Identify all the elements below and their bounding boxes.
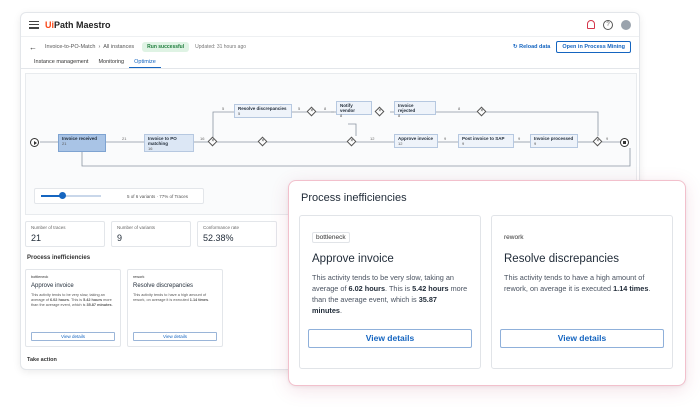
back-arrow-icon[interactable]: ← xyxy=(29,43,37,52)
node-notify-vendor[interactable]: Notify vendor 8 xyxy=(336,101,372,118)
bell-icon[interactable] xyxy=(587,20,595,29)
app-logo: UiPath Maestro xyxy=(45,19,111,30)
view-details-button[interactable]: View details xyxy=(133,332,217,341)
edge-label: 8 xyxy=(324,106,327,111)
node-invoice-to-po-matching[interactable]: Invoice to PO matching 16 xyxy=(144,134,194,152)
tab-optimize[interactable]: Optimize xyxy=(129,57,161,68)
breadcrumb-instances: All instances xyxy=(103,44,135,50)
variant-slider-text: 5 of 6 variants · 77% of Traces xyxy=(127,193,189,199)
edge-label: 5 xyxy=(298,106,301,111)
node-post-invoice-to-sap[interactable]: Post invoice to SAP 9 xyxy=(458,134,514,148)
node-invoice-received[interactable]: Invoice received 21 xyxy=(58,134,106,152)
tab-monitoring[interactable]: Monitoring xyxy=(93,57,129,68)
edge-label: 9 xyxy=(518,136,521,141)
card-description: This activity tends to have a high amoun… xyxy=(504,273,651,293)
status-badge: Run successful xyxy=(142,42,190,52)
bottleneck-tag: bottleneck xyxy=(312,232,350,243)
edge-label: 9 xyxy=(606,136,609,141)
node-approve-invoice[interactable]: Approve invoice 12 xyxy=(394,134,438,148)
variant-slider-panel: 5 of 6 variants · 77% of Traces xyxy=(34,188,204,204)
node-invoice-processed[interactable]: Invoice processed 9 xyxy=(530,134,578,148)
card-title: Resolve discrepancies xyxy=(504,253,620,265)
edge-label: 9 xyxy=(444,136,447,141)
metric-card: Conformance rate 52.38% xyxy=(197,221,277,247)
breadcrumb-bar: ← Invoice-to-PO-Match › All instances Ru… xyxy=(21,37,639,57)
card-description: This activity tends to be very slow, tak… xyxy=(312,273,468,315)
breadcrumb-process[interactable]: Invoice-to-PO-Match xyxy=(45,44,95,50)
metric-card: Number of variants 9 xyxy=(111,221,191,247)
card-title: Approve invoice xyxy=(312,253,394,265)
edge-label: 16 xyxy=(200,136,205,141)
mini-card-bottleneck: bottleneck Approve invoice This activity… xyxy=(25,269,121,347)
rework-tag: rework xyxy=(504,234,524,241)
take-action-heading: Take action xyxy=(27,357,57,363)
edge-label: 12 xyxy=(370,136,375,141)
callout-title: Process inefficiencies xyxy=(301,192,407,204)
tab-instance-management[interactable]: Instance management xyxy=(29,57,93,68)
view-details-button[interactable]: View details xyxy=(31,332,115,341)
section-title: Process inefficiencies xyxy=(27,255,91,261)
updated-timestamp: Updated: 31 hours ago xyxy=(195,44,247,50)
tab-bar: Instance management Monitoring Optimize xyxy=(21,57,639,69)
view-details-button[interactable]: View details xyxy=(308,329,472,348)
reload-data-button[interactable]: ↻ Reload data xyxy=(513,44,550,50)
node-invoice-rejected[interactable]: Invoice rejected 8 xyxy=(394,101,436,118)
help-icon[interactable]: ? xyxy=(603,19,613,30)
edge-label: 8 xyxy=(458,106,461,111)
avatar[interactable] xyxy=(621,19,631,30)
open-process-mining-button[interactable]: Open in Process Mining xyxy=(556,41,631,53)
end-event-icon[interactable] xyxy=(620,138,629,147)
metrics-row: Number of traces 21 Number of variants 9… xyxy=(25,221,277,247)
menu-icon[interactable] xyxy=(29,20,39,29)
variant-slider[interactable] xyxy=(41,192,101,199)
bottleneck-card: bottleneck Approve invoice This activity… xyxy=(299,215,481,369)
top-bar: UiPath Maestro ? xyxy=(21,13,639,37)
mini-inefficiency-cards: bottleneck Approve invoice This activity… xyxy=(25,269,223,347)
process-inefficiencies-callout: Process inefficiencies bottleneck Approv… xyxy=(288,180,686,386)
variant-slider-handle[interactable] xyxy=(58,192,66,199)
edge-label: 5 xyxy=(222,106,225,111)
mini-card-rework: rework Resolve discrepancies This activi… xyxy=(127,269,223,347)
rework-card: rework Resolve discrepancies This activi… xyxy=(491,215,673,369)
node-resolve-discrepancies[interactable]: Resolve discrepancies 5 xyxy=(234,104,292,118)
view-details-button[interactable]: View details xyxy=(500,329,664,348)
start-event-icon[interactable] xyxy=(30,138,39,147)
edge-label: 21 xyxy=(122,136,127,141)
metric-card: Number of traces 21 xyxy=(25,221,105,247)
